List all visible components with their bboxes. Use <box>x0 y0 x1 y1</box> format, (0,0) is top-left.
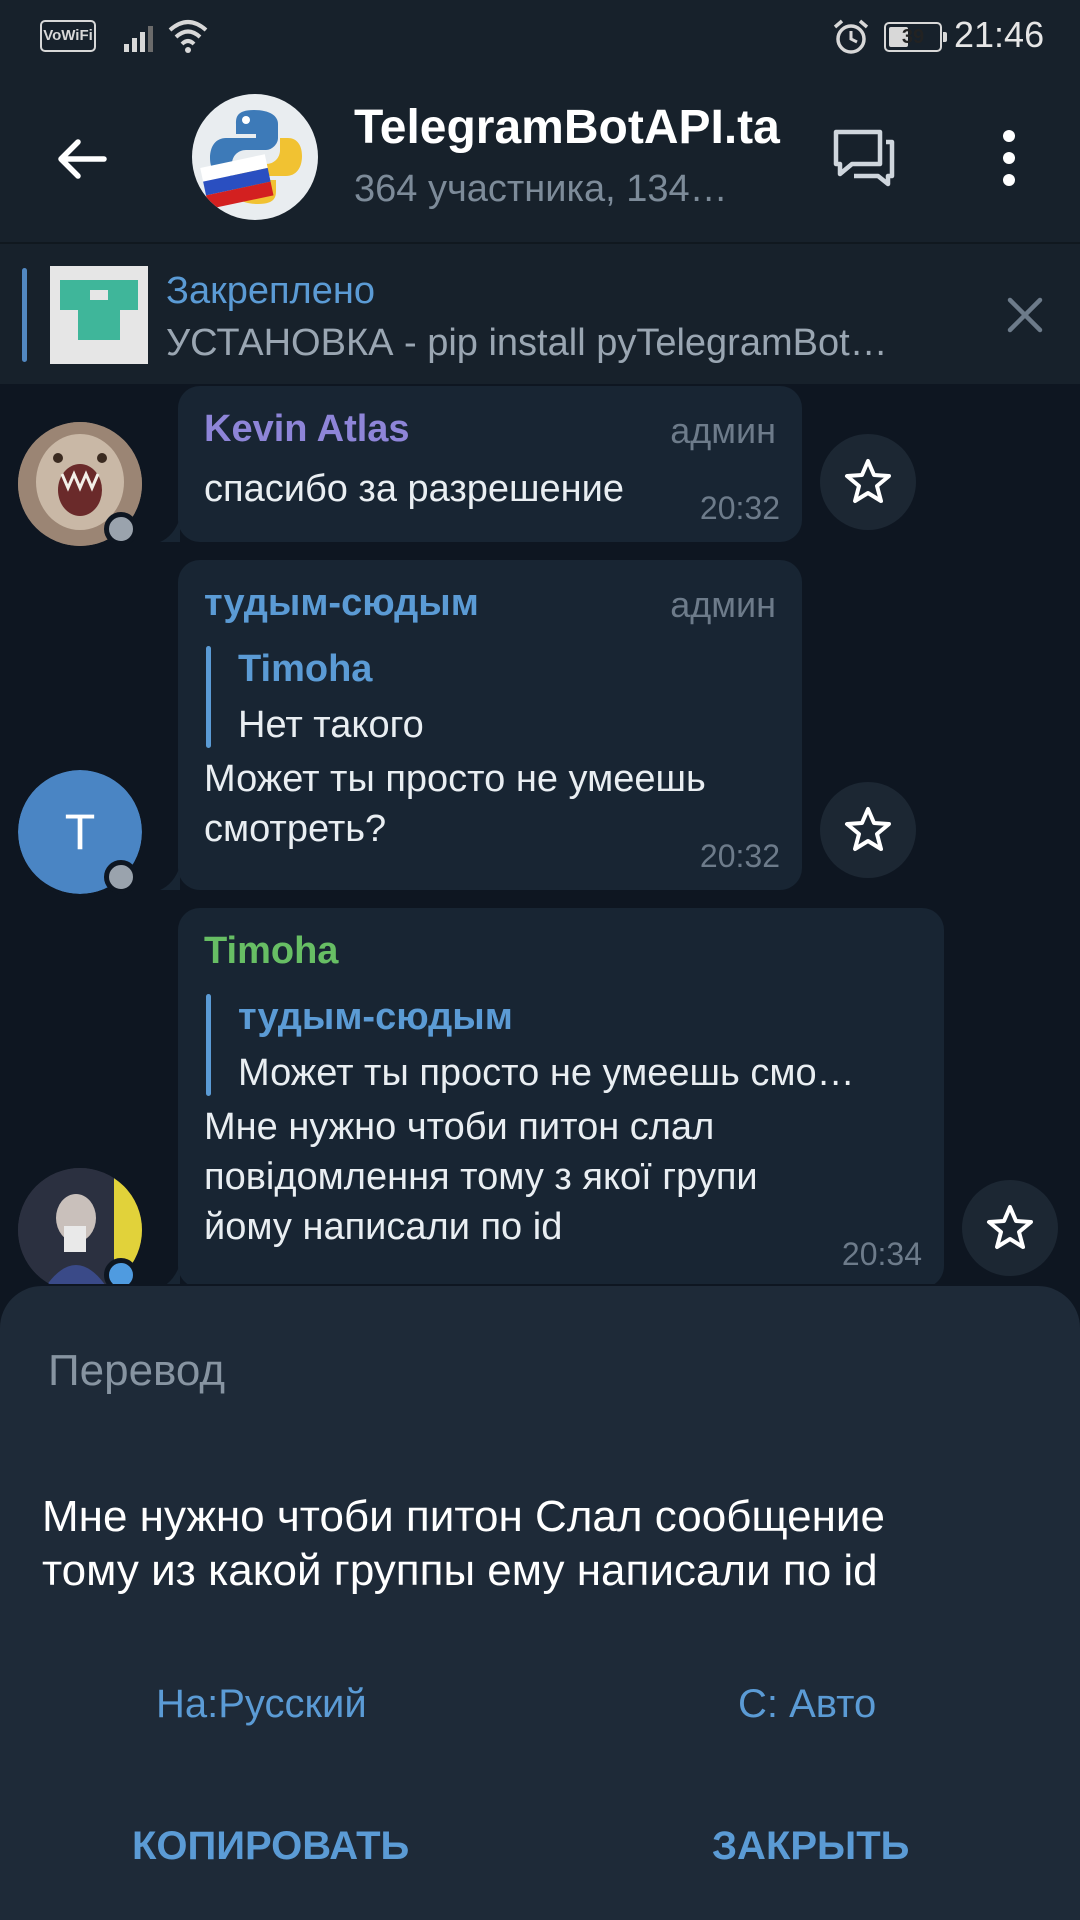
message-text-line: йому написали по id <box>204 1206 563 1248</box>
status-time: 21:46 <box>954 14 1045 55</box>
reply-text[interactable]: Может ты просто не умеешь смо… <box>238 1052 918 1095</box>
message-list[interactable]: Kevin Atlas админ спасибо за разрешение … <box>0 384 1080 1284</box>
status-dot <box>104 1258 138 1284</box>
translation-sheet: Перевод Мне нужно чтоби питон Слал сообщ… <box>0 1286 1080 1920</box>
message-bubble[interactable]: Timoha тудым-сюдым Может ты просто не ум… <box>178 908 944 1284</box>
chat-member-count: 364 участника, 134… <box>354 168 728 210</box>
chat-title: TelegramBotAPI.ta <box>354 101 780 154</box>
pinned-image-icon <box>50 266 148 364</box>
translated-text-line: Мне нужно чтоби питон Слал сообщение <box>42 1492 885 1541</box>
battery-percentage: 39 <box>901 26 925 48</box>
alarm-icon <box>833 19 869 54</box>
message-sender[interactable]: тудым-сюдым <box>204 582 479 625</box>
close-button[interactable]: ЗАКРЫТЬ <box>712 1824 909 1869</box>
status-dot <box>104 860 138 894</box>
message-time: 20:32 <box>699 838 780 874</box>
pinned-thumbnail <box>50 266 148 364</box>
battery-icon: 39 <box>884 22 947 52</box>
python-logo-icon <box>200 110 302 210</box>
pinned-title: Закреплено <box>166 270 375 312</box>
wifi-icon <box>168 20 208 53</box>
message-text-line: Может ты просто не умеешь <box>204 758 706 800</box>
message-text-line: повідомлення тому з якої групи <box>204 1156 758 1198</box>
reply-text[interactable]: Нет такого <box>238 704 778 747</box>
message-bubble[interactable]: тудым-сюдым админ Timoha Нет такого Може… <box>178 560 802 890</box>
copy-button[interactable]: КОПИРОВАТЬ <box>132 1824 409 1869</box>
star-icon <box>845 807 891 851</box>
back-arrow-icon[interactable] <box>48 124 118 194</box>
more-vert-icon[interactable] <box>984 124 1034 192</box>
vowifi-icon: VoWiFi <box>40 20 96 52</box>
signal-icon <box>124 26 153 52</box>
message-sender[interactable]: Kevin Atlas <box>204 408 410 451</box>
star-button[interactable] <box>820 782 916 878</box>
message-time: 20:32 <box>699 490 780 526</box>
message-text: спасибо за разрешение <box>204 468 625 510</box>
message-time: 20:34 <box>841 1236 922 1272</box>
reply-bar <box>206 646 211 748</box>
star-icon <box>845 459 891 503</box>
status-bar: VoWiFi 39 21:46 <box>0 0 1080 72</box>
pinned-message[interactable]: Закреплено УСТАНОВКА - pip install pyTel… <box>0 242 1080 384</box>
message-sender[interactable]: Timoha <box>204 930 338 973</box>
pinned-indicator-bar <box>22 268 27 362</box>
pinned-text: УСТАНОВКА - pip install pyTelegramBot… <box>166 322 888 364</box>
target-language-selector[interactable]: На:Русский <box>156 1682 367 1727</box>
group-avatar[interactable] <box>192 94 318 220</box>
reply-bar <box>206 994 211 1096</box>
reply-sender[interactable]: тудым-сюдым <box>238 996 513 1039</box>
sheet-title: Перевод <box>48 1346 226 1395</box>
message-text-line: смотреть? <box>204 808 387 850</box>
discussion-icon[interactable] <box>830 124 898 192</box>
bubble-tail <box>160 866 180 890</box>
star-button[interactable] <box>962 1180 1058 1276</box>
star-icon <box>987 1205 1033 1249</box>
message-bubble[interactable]: Kevin Atlas админ спасибо за разрешение … <box>178 386 802 542</box>
message-text-line: Мне нужно чтоби питон слал <box>204 1106 715 1148</box>
translated-text-line: тому из какой группы ему написали по id <box>42 1546 878 1595</box>
source-language-selector[interactable]: С: Авто <box>738 1682 876 1727</box>
bubble-tail <box>160 518 180 542</box>
star-button[interactable] <box>820 434 916 530</box>
status-dot <box>104 512 138 546</box>
close-icon[interactable] <box>998 288 1052 342</box>
chat-header: TelegramBotAPI.ta 364 участника, 134… <box>0 72 1080 242</box>
bubble-tail <box>166 1264 180 1284</box>
reply-sender[interactable]: Timoha <box>238 648 372 691</box>
translated-text[interactable]: Мне нужно чтоби питон Слал сообщение том… <box>42 1490 1042 1598</box>
admin-badge: админ <box>670 410 776 451</box>
admin-badge: админ <box>670 584 776 625</box>
